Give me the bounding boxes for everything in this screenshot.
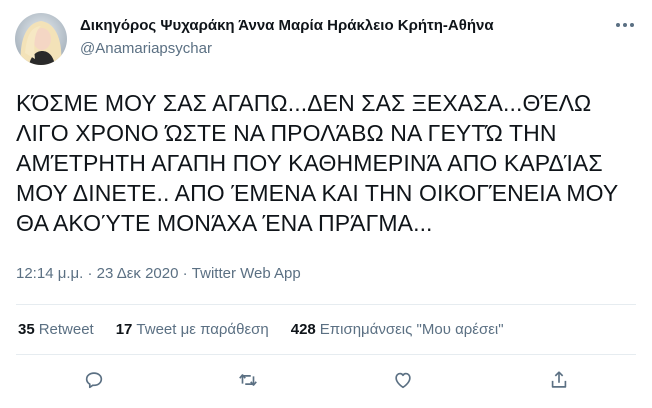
retweets-label: Retweet	[38, 321, 94, 338]
share-icon	[551, 371, 567, 388]
retweets-count: 35	[18, 321, 35, 338]
user-handle[interactable]: @Anamariapsychar	[80, 40, 212, 57]
display-name[interactable]: Δικηγόρος Ψυχαράκη Άννα Μαρία Ηράκλειο Κ…	[80, 17, 494, 34]
meta-separator-2: ·	[178, 265, 192, 282]
tweet-actions	[0, 368, 652, 396]
reply-button[interactable]	[82, 368, 106, 392]
likes-count: 428	[290, 321, 316, 338]
tweet-stats: 35 Retweet 17 Tweet με παράθεση 428 Επισημά…	[18, 321, 526, 338]
more-options-button[interactable]	[612, 15, 638, 35]
likes-label: Επισημάνσεις "Μου αρέσει"	[319, 321, 504, 338]
tweet-time[interactable]: 12:14 μ.μ.	[16, 265, 83, 282]
tweet-source[interactable]: Twitter Web App	[192, 265, 301, 282]
reply-icon	[85, 372, 103, 389]
divider-bottom	[16, 354, 636, 355]
tweet-date[interactable]: 23 Δεκ 2020	[97, 265, 179, 282]
more-icon	[616, 23, 634, 27]
quotes-count: 17	[115, 321, 133, 338]
share-button[interactable]	[547, 368, 571, 392]
retweet-button[interactable]	[236, 368, 260, 392]
retweets-stat[interactable]: 35 Retweet	[18, 321, 94, 338]
like-icon	[395, 372, 411, 389]
like-button[interactable]	[391, 368, 415, 392]
tweet-card: Δικηγόρος Ψυχαράκη Άννα Μαρία Ηράκλειο Κ…	[0, 0, 652, 408]
retweet-icon	[239, 374, 257, 386]
avatar-photo-icon	[15, 13, 67, 65]
likes-stat[interactable]: 428 Επισημάνσεις "Μου αρέσει"	[291, 321, 504, 338]
divider-top	[16, 304, 636, 305]
tweet-text: ΚΌΣΜΕ ΜΟΥ ΣΑΣ ΑΓΑΠΩ...ΔΕΝ ΣΑΣ ΞΕΧΑΣΑ...Θ…	[16, 90, 619, 236]
tweet-meta: 12:14 μ.μ. · 23 Δεκ 2020 · Twitter Web A…	[16, 265, 301, 282]
avatar[interactable]	[15, 13, 67, 65]
quotes-stat[interactable]: 17 Tweet με παράθεση	[116, 321, 269, 338]
meta-separator: ·	[83, 265, 97, 282]
quotes-label: Tweet με παράθεση	[136, 321, 269, 338]
